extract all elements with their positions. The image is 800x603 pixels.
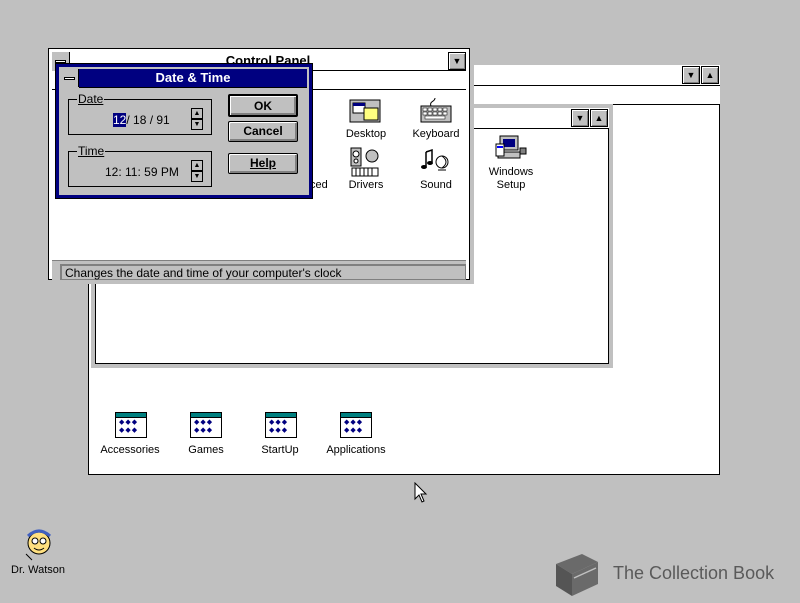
games-label[interactable]: Games: [172, 444, 240, 457]
group-minimize-button[interactable]: ▼: [571, 109, 589, 127]
time-spin-up-icon[interactable]: ▲: [191, 160, 203, 171]
keyboard-icon[interactable]: [419, 96, 453, 129]
games-group-icon[interactable]: ◆◆◆ ◆◆◆: [190, 412, 222, 438]
dr-watson-icon[interactable]: [22, 528, 56, 565]
date-field[interactable]: 12/ 18 / 91: [113, 112, 170, 128]
advanced-label-partial[interactable]: ced: [310, 179, 334, 192]
time-field[interactable]: 12: 11: 59 PM: [105, 164, 179, 180]
date-spinner[interactable]: ▲ ▼: [191, 108, 203, 130]
sound-label[interactable]: Sound: [408, 179, 464, 192]
date-spin-down-icon[interactable]: ▼: [191, 119, 203, 130]
keyboard-label[interactable]: Keyboard: [406, 128, 466, 141]
date-group: Date 12/ 18 / 91 ▲ ▼: [68, 92, 212, 135]
group-maximize-button[interactable]: ▲: [590, 109, 608, 127]
date-time-dialog: Date & Time Date 12/ 18 / 91 ▲ ▼ Time 12…: [55, 63, 313, 199]
sound-icon[interactable]: [420, 148, 452, 179]
desktop-label[interactable]: Desktop: [338, 128, 394, 141]
ok-button[interactable]: OK: [228, 94, 298, 117]
date-spin-up-icon[interactable]: ▲: [191, 108, 203, 119]
dialog-title[interactable]: Date & Time: [79, 69, 307, 88]
cancel-button[interactable]: Cancel: [228, 121, 298, 142]
applications-group-icon[interactable]: ◆◆◆ ◆◆◆: [340, 412, 372, 438]
control-panel-statusbar: Changes the date and time of your comput…: [52, 260, 466, 283]
drivers-icon[interactable]: [348, 146, 382, 181]
accessories-label[interactable]: Accessories: [91, 444, 169, 457]
maximize-button[interactable]: ▲: [701, 66, 719, 84]
startup-label[interactable]: StartUp: [246, 444, 314, 457]
time-spinner[interactable]: ▲ ▼: [191, 160, 203, 182]
watermark-text: The Collection Book: [613, 563, 775, 583]
dr-watson-label[interactable]: Dr. Watson: [4, 564, 72, 577]
windows-setup-label[interactable]: Windows Setup: [479, 166, 543, 192]
windows-setup-icon[interactable]: [494, 134, 528, 164]
time-group-label: Time: [77, 144, 106, 158]
help-button[interactable]: Help: [228, 153, 298, 174]
startup-group-icon[interactable]: ◆◆◆ ◆◆◆: [265, 412, 297, 438]
time-group: Time 12: 11: 59 PM ▲ ▼: [68, 144, 212, 187]
status-text: Changes the date and time of your comput…: [60, 264, 466, 280]
minimize-button[interactable]: ▼: [682, 66, 700, 84]
applications-label[interactable]: Applications: [316, 444, 396, 457]
date-month-selected[interactable]: 12: [113, 113, 127, 127]
desktop-icon[interactable]: [348, 98, 382, 129]
drivers-label[interactable]: Drivers: [338, 179, 394, 192]
date-group-label: Date: [77, 92, 105, 106]
date-remainder[interactable]: / 18 / 91: [126, 113, 169, 127]
dialog-system-menu[interactable]: [61, 69, 79, 87]
mouse-cursor-icon: [414, 481, 428, 507]
book-icon: [548, 550, 602, 603]
time-spin-down-icon[interactable]: ▼: [191, 171, 203, 182]
accessories-group-icon[interactable]: ◆◆◆ ◆◆◆: [115, 412, 147, 438]
control-panel-minimize-button[interactable]: ▼: [448, 52, 466, 70]
